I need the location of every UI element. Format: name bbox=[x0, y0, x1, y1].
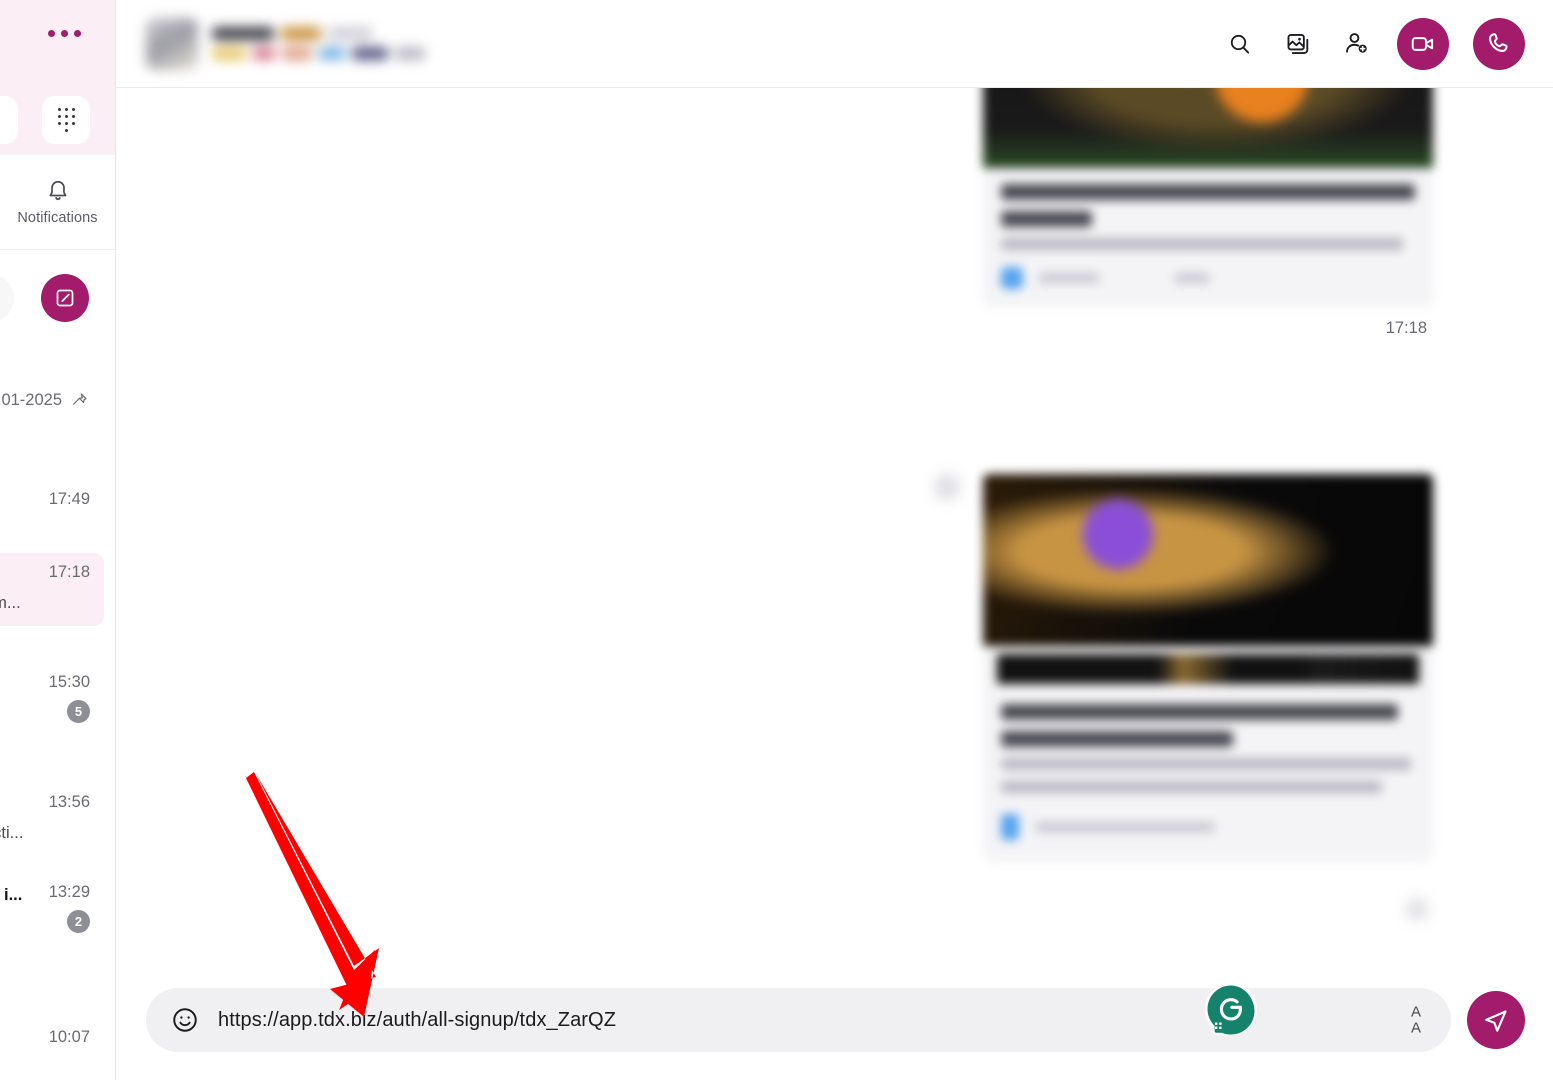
link-preview-card[interactable] bbox=[983, 474, 1433, 862]
source-favicon bbox=[1001, 267, 1023, 289]
chat-header bbox=[116, 0, 1553, 88]
video-call-icon-glyph bbox=[1411, 36, 1434, 51]
card-text-body bbox=[983, 684, 1433, 793]
conversation-item-3[interactable]: 13:56 ecti... bbox=[0, 783, 104, 856]
unread-count-badge: 2 bbox=[67, 909, 90, 933]
video-call-icon[interactable] bbox=[1397, 17, 1449, 70]
bell-icon bbox=[49, 180, 66, 201]
video-thumbnail[interactable] bbox=[983, 474, 1433, 646]
source-favicon bbox=[1001, 814, 1019, 840]
messenger-app-window: Notifications 01-2025 17:49 17:18 ... 15… bbox=[0, 0, 1553, 1080]
conversation-snippet-unread: i... bbox=[4, 886, 23, 904]
message-list: 17:18 bbox=[116, 88, 1553, 960]
grammarly-g-icon[interactable] bbox=[1202, 980, 1260, 1038]
conversation-time: 15:30 bbox=[48, 673, 90, 691]
conversation-item-0[interactable]: 17:49 bbox=[0, 480, 104, 521]
header-actions bbox=[1223, 17, 1525, 70]
voice-call-icon[interactable] bbox=[1473, 17, 1525, 70]
search-icon-glyph bbox=[1230, 34, 1250, 54]
dialpad-icon[interactable] bbox=[42, 96, 90, 144]
pinned-header[interactable]: 01-2025 bbox=[0, 391, 115, 410]
gallery-icon-glyph bbox=[1287, 33, 1309, 54]
gallery-icon[interactable] bbox=[1281, 27, 1315, 61]
compose-icon-glyph bbox=[56, 289, 74, 307]
compose-pencil-icon[interactable] bbox=[41, 274, 89, 322]
message-text-input[interactable] bbox=[218, 1008, 1331, 1032]
send-paper-plane-icon bbox=[1485, 1010, 1507, 1032]
card-footer bbox=[983, 261, 1433, 289]
conversation-time: 13:56 bbox=[48, 793, 90, 811]
sidebar-item-notifications[interactable]: Notifications bbox=[0, 155, 115, 250]
voice-call-icon-glyph bbox=[1488, 33, 1508, 52]
emoji-smiley-icon[interactable] bbox=[170, 1005, 200, 1035]
peer-meta bbox=[212, 27, 425, 60]
peer-status bbox=[212, 47, 425, 60]
conversation-item-1[interactable]: 17:18 um... bbox=[0, 553, 104, 627]
video-thumbnail[interactable] bbox=[983, 88, 1433, 168]
more-options-dots-icon[interactable] bbox=[48, 30, 81, 37]
pin-icon bbox=[73, 393, 87, 405]
peer-name bbox=[212, 27, 425, 40]
message-status-marker-left bbox=[934, 474, 960, 500]
avatar bbox=[146, 17, 198, 70]
sidebar-secondary-button[interactable] bbox=[0, 274, 14, 322]
conversation-time: 17:18 bbox=[48, 563, 90, 581]
conversation-item-5[interactable]: 10:07 bbox=[0, 1018, 104, 1059]
conversation-time: 10:07 bbox=[48, 1028, 90, 1046]
sidebar-header bbox=[0, 0, 115, 155]
grammarly-badge-glyph bbox=[1205, 983, 1257, 1036]
link-preview-card[interactable] bbox=[983, 88, 1433, 307]
conversation-snippet: um... bbox=[0, 593, 21, 612]
conversation-time: 17:49 bbox=[48, 490, 90, 508]
pinned-date-label: 01-2025 bbox=[1, 391, 62, 409]
thumbnail-strip bbox=[997, 654, 1419, 684]
conversation-snippet: ecti... bbox=[0, 823, 24, 842]
message-timestamp: 17:18 bbox=[1385, 319, 1427, 337]
search-icon[interactable] bbox=[1223, 27, 1257, 61]
message-row-0: 17:18 bbox=[983, 88, 1433, 338]
dialpad-dots bbox=[57, 108, 75, 133]
card-footer bbox=[983, 804, 1433, 840]
message-status-marker-right bbox=[1406, 898, 1428, 920]
text-format-aa-icon[interactable]: AA bbox=[1411, 1004, 1421, 1036]
chat-pane: 17:18 https://app.tdx.biz/auth/all-signu… bbox=[116, 0, 1553, 1080]
left-sidebar: Notifications 01-2025 17:49 17:18 ... 15… bbox=[0, 0, 116, 1080]
sidebar-item-label: Notifications bbox=[17, 210, 98, 226]
card-text-body bbox=[983, 168, 1433, 250]
add-person-icon-glyph bbox=[1345, 33, 1367, 53]
message-composer: AA bbox=[116, 960, 1553, 1080]
conversation-item-2[interactable]: 15:30 5 bbox=[0, 663, 104, 735]
send-button[interactable] bbox=[1467, 991, 1525, 1049]
message-row-1 bbox=[983, 474, 1433, 862]
sidebar-tile-partial[interactable] bbox=[0, 96, 18, 144]
add-person-icon[interactable] bbox=[1339, 27, 1373, 61]
compose-row bbox=[0, 250, 115, 346]
peer-info[interactable] bbox=[146, 17, 425, 70]
unread-count-badge: 5 bbox=[67, 699, 90, 723]
